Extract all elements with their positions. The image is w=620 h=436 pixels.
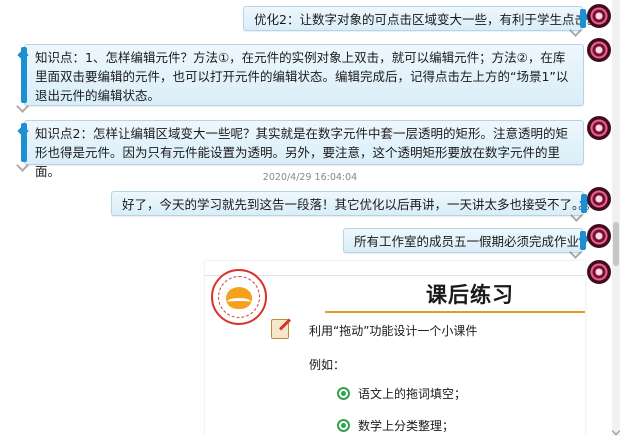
avatar[interactable] — [587, 38, 611, 62]
message-bubble-outgoing[interactable]: 所有工作室的成员五一假期必须完成作业： — [343, 228, 592, 259]
slide-header-line — [205, 275, 585, 276]
message-text: 优化2：让数字对象的可点击区域变大一些，有利于学生点击。 — [254, 12, 600, 27]
avatar[interactable] — [587, 260, 611, 284]
message-text: 知识点：1、怎样编辑元件？方法①，在元件的实例对象上双击，就可以编辑元件；方法②… — [35, 50, 569, 103]
slide-title: 课后练习 — [426, 283, 514, 307]
image-message-slide[interactable]: 课后练习 利用“拖动”功能设计一个小课件 例如： 语文上的拖词填空； 数学上分类… — [205, 261, 585, 436]
avatar[interactable] — [587, 187, 611, 211]
avatar[interactable] — [587, 116, 611, 140]
slide-divider — [325, 311, 585, 313]
message-text: 所有工作室的成员五一假期必须完成作业： — [354, 234, 592, 249]
slide-task-text: 利用“拖动”功能设计一个小课件 — [309, 324, 478, 338]
bullet-icon — [337, 419, 350, 432]
avatar[interactable] — [587, 224, 611, 248]
message-bubble-incoming[interactable]: 知识点：1、怎样编辑元件？方法①，在元件的实例对象上双击，就可以编辑元件；方法②… — [16, 44, 584, 113]
message-timestamp: 2020/4/29 16:04:04 — [262, 172, 358, 183]
vertical-scrollbar[interactable] — [611, 0, 620, 436]
scrollbar-thumb[interactable] — [613, 222, 619, 266]
scroll-down-icon[interactable] — [611, 426, 620, 436]
message-bubble-outgoing[interactable]: 好了，今天的学习就先到这告一段落！其它优化以后再讲，一天讲太多也接受不了。。。 — [111, 191, 597, 222]
message-bubble-incoming[interactable]: 知识点2：怎样让编辑区域变大一些呢？其实就是在数字元件中套一层透明的矩形。注意透… — [16, 120, 584, 179]
slide-list-item: 数学上分类整理； — [337, 417, 454, 434]
task-icon — [271, 319, 289, 339]
slide-list-item: 语文上的拖词填空； — [337, 385, 466, 402]
avatar[interactable] — [587, 4, 611, 28]
slide-example-label: 例如： — [309, 358, 346, 372]
bullet-icon — [337, 387, 350, 400]
message-bubble-outgoing[interactable]: 优化2：让数字对象的可点击区域变大一些，有利于学生点击。 — [243, 6, 599, 37]
chat-window: 优化2：让数字对象的可点击区域变大一些，有利于学生点击。 知识点：1、怎样编辑元… — [0, 0, 620, 436]
message-text: 好了，今天的学习就先到这告一段落！其它优化以后再讲，一天讲太多也接受不了。。。 — [122, 197, 598, 212]
